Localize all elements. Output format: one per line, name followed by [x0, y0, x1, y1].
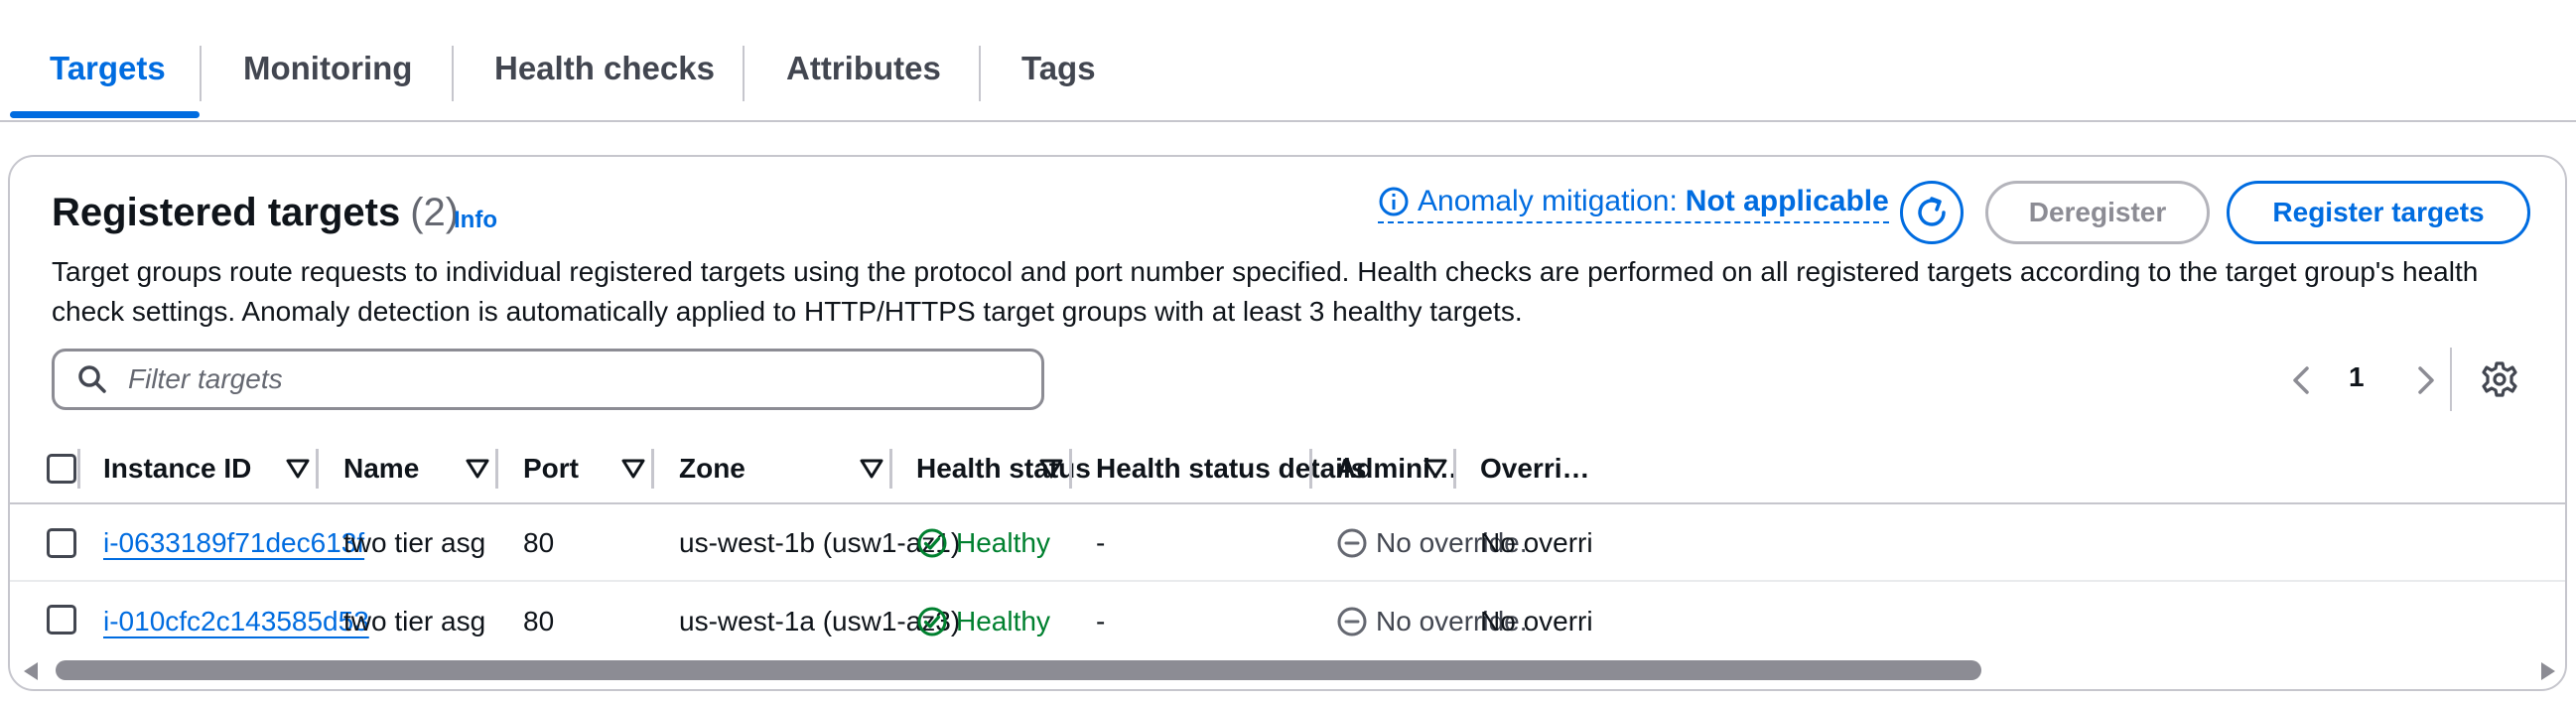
panel-description: Target groups route requests to individu…: [52, 256, 2479, 327]
pagination-divider: [2450, 348, 2452, 411]
column-header-health-status[interactable]: Health status: [916, 435, 1091, 502]
settings-gear-icon[interactable]: [2480, 359, 2519, 399]
target-name: two tier asg: [343, 606, 486, 636]
no-override-icon: [1337, 607, 1367, 636]
tab-divider: [979, 46, 981, 101]
sort-caret-icon[interactable]: [1038, 457, 1064, 481]
table-row: i-010cfc2c143585d53 two tier asg 80 us-w…: [10, 583, 2565, 660]
active-tab-indicator: [10, 111, 200, 118]
target-port: 80: [523, 527, 555, 558]
refresh-icon: [1918, 197, 1946, 226]
select-all-checkbox[interactable]: [47, 454, 76, 484]
column-divider: [77, 449, 80, 489]
tab-tags[interactable]: Tags: [1021, 50, 1096, 87]
tab-attributes[interactable]: Attributes: [786, 50, 941, 87]
panel-title-text: Registered targets: [52, 191, 401, 234]
column-divider[interactable]: [889, 449, 892, 489]
instance-id-link[interactable]: i-0633189f71dec613f: [103, 527, 364, 559]
column-header-instance-id[interactable]: Instance ID: [103, 435, 251, 502]
target-count: (2): [410, 191, 460, 234]
health-status-details: -: [1096, 527, 1106, 558]
info-link[interactable]: Info: [454, 207, 497, 234]
refresh-button[interactable]: [1900, 181, 1964, 244]
override-value: No overri: [1480, 527, 1593, 558]
filter-targets-input[interactable]: [128, 363, 1002, 395]
column-divider[interactable]: [1453, 449, 1456, 489]
sort-caret-icon[interactable]: [859, 457, 884, 481]
register-targets-button[interactable]: Register targets: [2227, 181, 2530, 244]
column-divider[interactable]: [1309, 449, 1312, 489]
health-status-details: -: [1096, 606, 1106, 636]
tab-targets[interactable]: Targets: [50, 50, 166, 87]
column-divider[interactable]: [651, 449, 654, 489]
anomaly-mitigation-link[interactable]: Anomaly mitigation: Not applicable: [1378, 182, 1889, 223]
registered-targets-panel: Registered targets (2) Info Anomaly mitig…: [8, 155, 2567, 691]
column-header-port[interactable]: Port: [523, 435, 579, 502]
search-icon: [78, 365, 106, 393]
anomaly-label: Anomaly mitigation:: [1418, 185, 1678, 217]
health-status: Healthy: [916, 504, 1050, 582]
panel-title: Registered targets (2): [52, 191, 459, 235]
health-status-text: Healthy: [956, 527, 1050, 558]
tab-divider: [452, 46, 454, 101]
column-header-override[interactable]: Overri…: [1480, 435, 1590, 502]
column-divider[interactable]: [1069, 449, 1072, 489]
anomaly-value: Not applicable: [1685, 185, 1889, 217]
column-header-health-status-details[interactable]: Health status details: [1096, 435, 1366, 502]
chevron-left-icon[interactable]: [2287, 360, 2317, 400]
healthy-check-icon: [917, 607, 947, 636]
sort-caret-icon[interactable]: [1423, 457, 1448, 481]
row-select-checkbox[interactable]: [47, 605, 76, 634]
tab-monitoring[interactable]: Monitoring: [243, 50, 412, 87]
column-header-zone[interactable]: Zone: [679, 435, 746, 502]
row-select-checkbox[interactable]: [47, 528, 76, 558]
chevron-right-icon[interactable]: [2410, 360, 2440, 400]
sort-caret-icon[interactable]: [620, 457, 646, 481]
target-name: two tier asg: [343, 527, 486, 558]
tab-divider: [200, 46, 202, 101]
instance-id-link[interactable]: i-010cfc2c143585d53: [103, 606, 369, 637]
override-value: No overri: [1480, 606, 1593, 636]
sort-caret-icon[interactable]: [285, 457, 311, 481]
tab-bar: Targets Monitoring Health checks Attribu…: [0, 0, 2576, 122]
filter-targets-search[interactable]: [52, 349, 1044, 410]
info-icon: [1379, 187, 1409, 216]
scroll-left-arrow[interactable]: [24, 662, 38, 680]
deregister-button[interactable]: Deregister: [1985, 181, 2210, 244]
scroll-right-arrow[interactable]: [2541, 662, 2555, 680]
column-header-name[interactable]: Name: [343, 435, 419, 502]
health-status-text: Healthy: [956, 606, 1050, 636]
sort-caret-icon[interactable]: [465, 457, 490, 481]
current-page-number[interactable]: 1: [2349, 361, 2365, 393]
tab-divider: [743, 46, 745, 101]
column-divider[interactable]: [495, 449, 498, 489]
health-status: Healthy: [916, 583, 1050, 660]
tab-health-checks[interactable]: Health checks: [494, 50, 715, 87]
column-divider[interactable]: [316, 449, 319, 489]
healthy-check-icon: [917, 528, 947, 558]
table-row: i-0633189f71dec613f two tier asg 80 us-w…: [10, 504, 2565, 582]
target-port: 80: [523, 606, 555, 636]
table-header: Instance ID Name Port Zone Health status…: [10, 435, 2565, 504]
horizontal-scrollbar-thumb[interactable]: [56, 660, 1981, 680]
no-override-icon: [1337, 528, 1367, 558]
